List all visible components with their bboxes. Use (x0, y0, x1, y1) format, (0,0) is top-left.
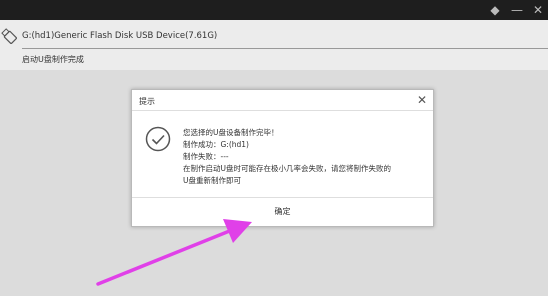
pointer-arrow-annotation (96, 219, 252, 286)
